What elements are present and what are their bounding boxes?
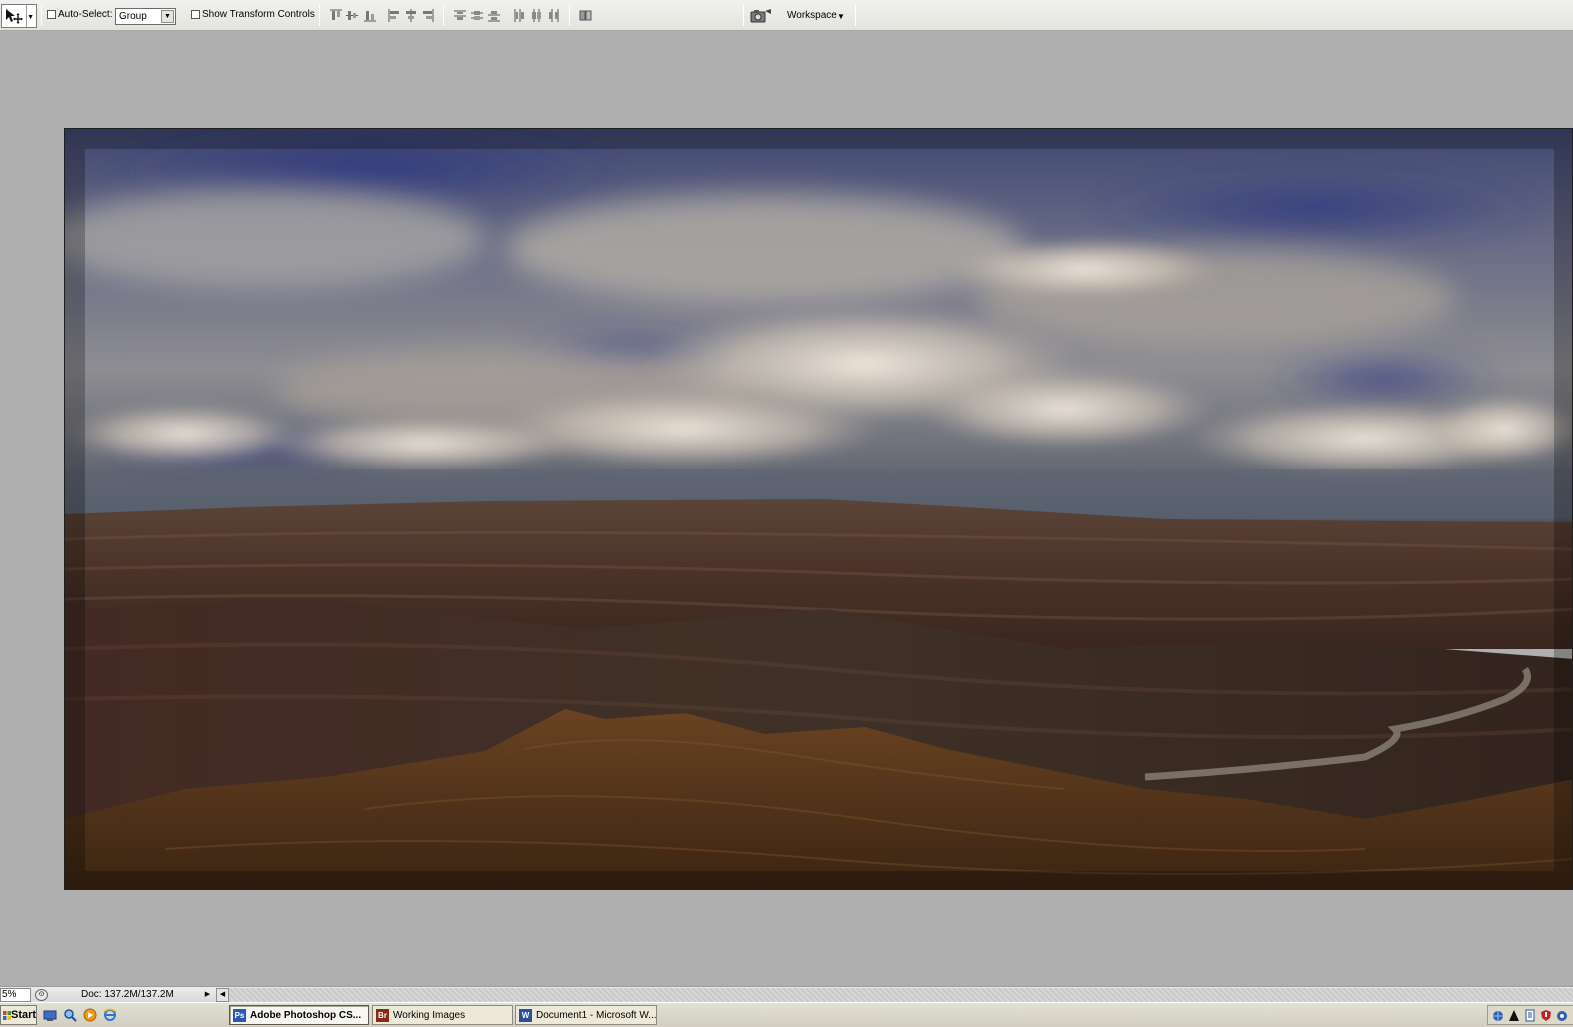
network-globe-icon[interactable]: [1492, 1009, 1504, 1022]
auto-select-target-dropdown[interactable]: Group ▼: [115, 8, 176, 25]
workspace-label: Workspace: [787, 10, 837, 21]
auto-select-label: Auto-Select:: [58, 9, 113, 20]
taskbar-button-photoshop[interactable]: Ps Adobe Photoshop CS...: [229, 1005, 369, 1025]
zoom-options-icon[interactable]: ⊙: [35, 989, 48, 1001]
show-transform-checkbox[interactable]: [191, 10, 200, 19]
go-to-bridge-icon[interactable]: [750, 8, 772, 23]
status-bar: 5% ⊙ Doc: 137.2M/137.2M ▶ ◀: [0, 986, 1573, 1002]
document-size-info: Doc: 137.2M/137.2M: [81, 989, 174, 1000]
canyon-landscape-photo: [65, 129, 1572, 889]
options-bar: ▼ Auto-Select: Group ▼ Show Transform Co…: [0, 0, 1573, 31]
task-label: Working Images: [393, 1010, 466, 1021]
antivirus-icon[interactable]: [1508, 1009, 1520, 1022]
tool-preset-picker[interactable]: ▼: [1, 4, 37, 28]
distribute-right-edges-icon[interactable]: [547, 9, 559, 22]
document-image[interactable]: [64, 128, 1573, 890]
toolbar-divider: [443, 5, 444, 26]
auto-align-layers-icon[interactable]: [579, 9, 592, 22]
toolbar-divider: [743, 5, 744, 26]
security-alert-icon[interactable]: [1540, 1009, 1552, 1022]
system-tray: [1487, 1005, 1573, 1025]
document-tray-icon[interactable]: [1524, 1009, 1536, 1022]
start-label: Start: [11, 1009, 37, 1021]
align-right-edges-icon[interactable]: [422, 9, 434, 22]
distribute-bottom-edges-icon[interactable]: [488, 9, 500, 22]
toolbar-divider: [41, 5, 42, 26]
windows-logo-icon: [3, 1011, 11, 1020]
status-menu-arrow-icon[interactable]: ▶: [202, 989, 213, 1001]
scroll-left-arrow-icon[interactable]: ◀: [216, 988, 229, 1002]
align-bottom-edges-icon[interactable]: [364, 9, 376, 22]
distribute-vertical-centers-icon[interactable]: [471, 9, 483, 22]
windows-taskbar: Start Ps Adobe Photoshop CS... Br Workin…: [0, 1002, 1573, 1027]
align-left-edges-icon[interactable]: [388, 9, 400, 22]
align-horizontal-centers-icon[interactable]: [405, 9, 417, 22]
auto-select-checkbox[interactable]: [47, 10, 56, 19]
distribute-horizontal-centers-icon[interactable]: [530, 9, 542, 22]
photoshop-icon: Ps: [233, 1009, 246, 1022]
show-desktop-icon[interactable]: [43, 1008, 57, 1022]
task-label: Adobe Photoshop CS...: [250, 1010, 362, 1021]
align-top-edges-icon[interactable]: [330, 9, 342, 22]
start-button[interactable]: Start: [0, 1005, 37, 1025]
move-tool-icon: [5, 8, 23, 27]
workspace-menu[interactable]: Workspace ▼: [781, 5, 853, 26]
align-vertical-centers-icon[interactable]: [346, 9, 358, 22]
horizontal-scrollbar[interactable]: ◀: [216, 988, 1573, 1002]
toolbar-divider: [855, 5, 856, 26]
toolbar-divider: [569, 5, 570, 26]
search-quicklaunch-icon[interactable]: [63, 1008, 77, 1022]
chevron-down-icon: ▼: [837, 12, 845, 21]
distribute-left-edges-icon[interactable]: [513, 9, 525, 22]
chevron-down-icon[interactable]: ▼: [27, 14, 34, 21]
connection-status-icon[interactable]: [1556, 1009, 1568, 1022]
internet-explorer-icon[interactable]: [103, 1008, 117, 1022]
zoom-level-field[interactable]: 5%: [0, 988, 31, 1002]
task-label: Document1 - Microsoft W...: [536, 1010, 657, 1021]
distribute-top-edges-icon[interactable]: [454, 9, 466, 22]
word-document-icon: W: [519, 1009, 532, 1022]
dropdown-value: Group: [119, 11, 147, 22]
bridge-icon: Br: [376, 1009, 389, 1022]
show-transform-label: Show Transform Controls: [202, 9, 315, 20]
taskbar-button-bridge[interactable]: Br Working Images: [372, 1005, 513, 1025]
media-player-icon[interactable]: [83, 1008, 97, 1022]
chevron-down-icon[interactable]: ▼: [161, 10, 174, 23]
taskbar-button-word[interactable]: W Document1 - Microsoft W...: [515, 1005, 657, 1025]
toolbar-divider: [319, 5, 320, 26]
